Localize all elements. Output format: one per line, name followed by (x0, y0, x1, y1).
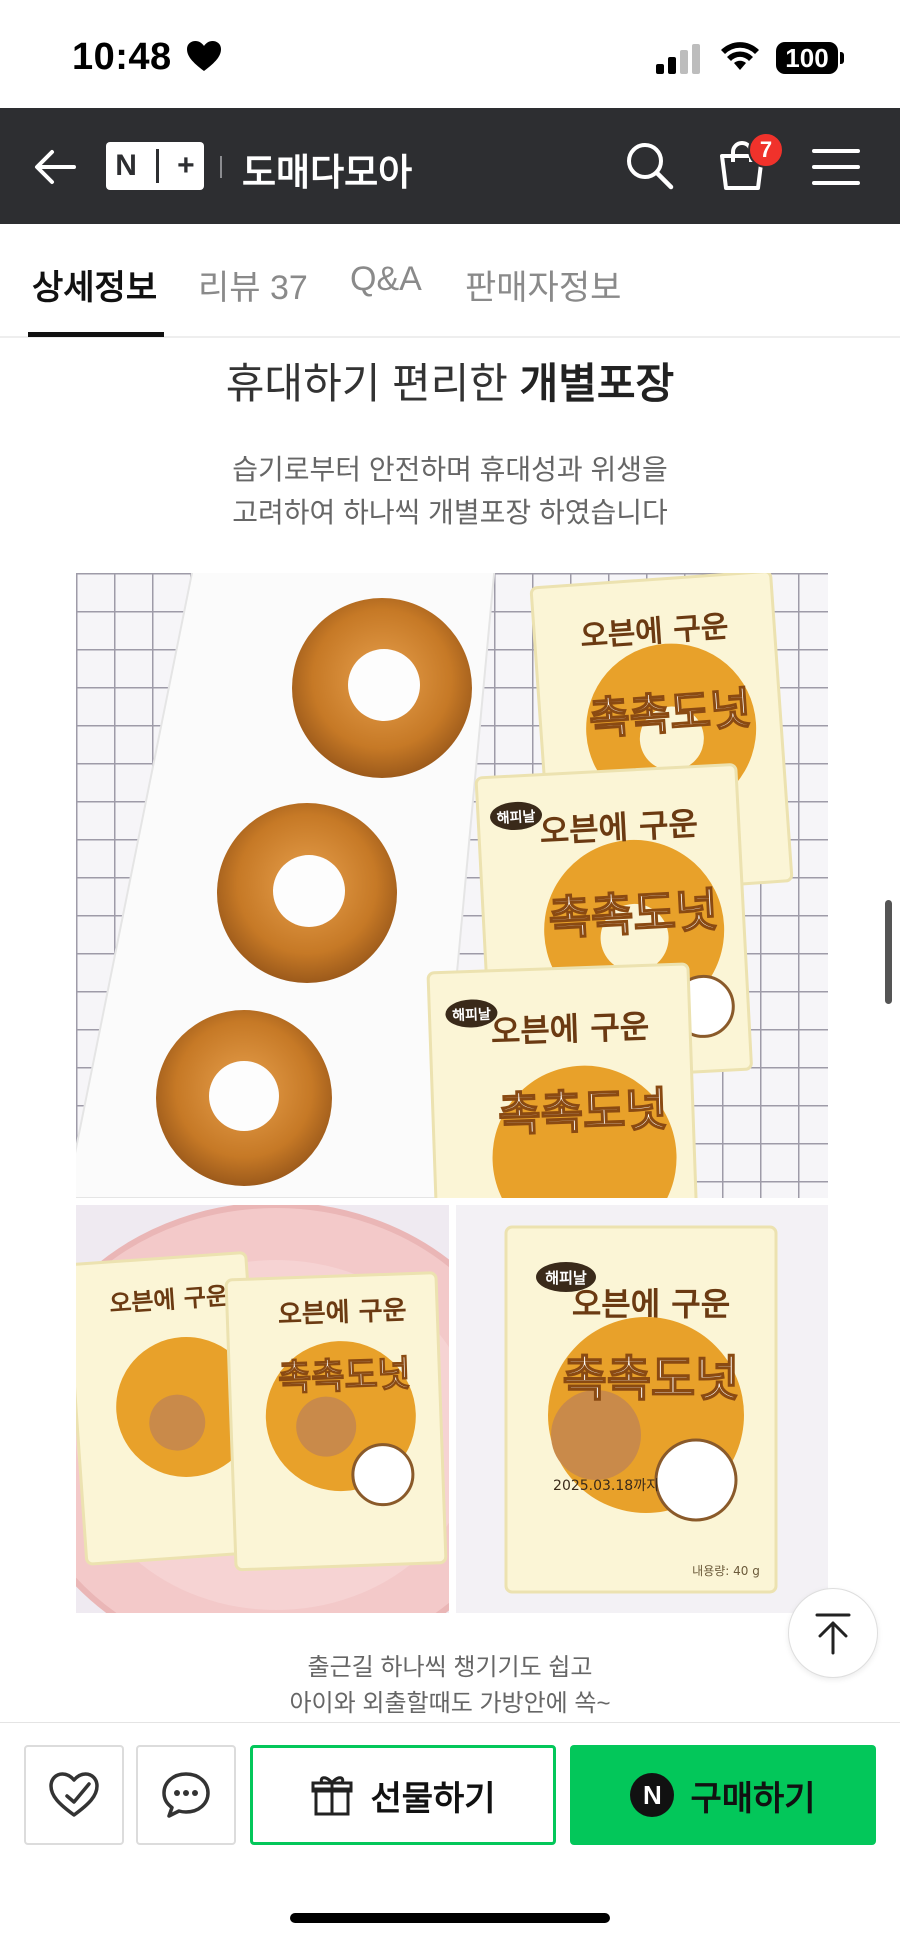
package-brand: 해피날 (452, 1007, 491, 1024)
wishlist-button[interactable] (24, 1745, 124, 1845)
package-name: 촉촉도넛 (278, 1354, 412, 1400)
package-name: 촉촉도넛 (547, 883, 719, 946)
store-name[interactable]: 도매다모아 (242, 142, 412, 196)
battery-tip (840, 52, 844, 64)
donut-1 (292, 598, 472, 778)
tab-details[interactable]: 상세정보 (32, 260, 157, 309)
status-time: 10:48 (72, 36, 172, 78)
section-heading: 휴대하기 편리한 개별포장 (0, 350, 900, 411)
logo-plus: + (177, 149, 195, 182)
heart-icon (187, 41, 221, 71)
caption-line-1: 출근길 하나씩 챙기기도 쉽고 (307, 1654, 593, 1681)
hamburger-menu-icon[interactable] (812, 148, 860, 186)
package-brand: 해피날 (496, 809, 536, 827)
package-date: 2025.03.18까지 (553, 1478, 659, 1494)
home-indicator (290, 1913, 610, 1923)
tab-reviews[interactable]: 리뷰 37 (198, 260, 308, 309)
cellular-signal-icon (656, 44, 700, 74)
product-image-main: 오븐에 구운 촉촉도넛 해피날 오븐에 구운 촉촉도넛 해피날 오븐에 구운 촉… (76, 573, 828, 1198)
gift-button[interactable]: 선물하기 (250, 1745, 556, 1845)
desc-line-1: 습기로부터 안전하며 휴대성과 위생을 (232, 454, 668, 485)
naver-n-icon: N (630, 1773, 675, 1817)
talk-button[interactable] (136, 1745, 236, 1845)
header-separator (220, 156, 222, 178)
scrollbar-thumb[interactable] (885, 900, 892, 1004)
heading-normal: 휴대하기 편리한 (225, 360, 520, 407)
donut-2 (217, 803, 397, 983)
buy-button[interactable]: N 구매하기 (570, 1745, 876, 1845)
logo-divider (155, 149, 159, 183)
heading-bold: 개별포장 (519, 360, 675, 407)
tab-qna[interactable]: Q&A (350, 260, 422, 299)
product-photo-single-pack: 해피날 오븐에 구운 촉촉도넛 2025.03.18까지 내용량: 40 g (456, 1205, 828, 1613)
heart-check-icon (49, 1772, 99, 1817)
section-description: 습기로부터 안전하며 휴대성과 위생을 고려하여 하나씩 개별포장 하였습니다 (0, 448, 900, 534)
package-3: 해피날 오븐에 구운 촉촉도넛 (426, 962, 698, 1198)
product-photo-donuts-and-packs: 오븐에 구운 촉촉도넛 해피날 오븐에 구운 촉촉도넛 해피날 오븐에 구운 촉… (76, 573, 828, 1198)
naver-plus-logo[interactable]: N + (106, 142, 204, 190)
wifi-icon (721, 42, 759, 70)
product-tabs: 상세정보 리뷰 37 Q&A 판매자정보 (0, 224, 900, 338)
package-top-text: 오븐에 구운 (277, 1296, 407, 1330)
arrow-up-icon (815, 1613, 851, 1655)
scroll-to-top-button[interactable] (788, 1588, 878, 1678)
package-top-text: 오븐에 구운 (490, 1007, 650, 1051)
desc-line-2: 고려하여 하나씩 개별포장 하였습니다 (232, 497, 668, 528)
package-name: 촉촉도넛 (497, 1082, 668, 1142)
app-header: N + 도매다모아 7 (0, 108, 900, 224)
status-bar: 10:48 100 (0, 0, 900, 108)
active-tab-indicator (28, 332, 164, 337)
donut-3 (156, 1010, 332, 1186)
product-photo-packs-on-plate: 오븐에 구운 오븐에 구운 촉촉도넛 (76, 1205, 449, 1613)
caption-line-2: 아이와 외출할때도 가방안에 쏙~ (289, 1690, 611, 1717)
cart-count-badge: 7 (748, 132, 784, 168)
gift-icon (311, 1776, 353, 1816)
package-weight: 내용량: 40 g (692, 1564, 760, 1578)
tab-seller-info[interactable]: 판매자정보 (465, 260, 621, 309)
buy-button-label: 구매하기 (690, 1779, 816, 1818)
back-arrow-icon[interactable] (32, 144, 78, 190)
logo-n: N (115, 149, 137, 182)
gift-button-label: 선물하기 (370, 1779, 496, 1818)
product-image-left: 오븐에 구운 오븐에 구운 촉촉도넛 (76, 1205, 449, 1613)
battery-indicator: 100 (776, 42, 838, 74)
product-image-right: 해피날 오븐에 구운 촉촉도넛 2025.03.18까지 내용량: 40 g (456, 1205, 828, 1613)
image-caption: 출근길 하나씩 챙기기도 쉽고 아이와 외출할때도 가방안에 쏙~ (0, 1650, 900, 1722)
search-icon[interactable] (624, 140, 676, 192)
chat-bubble-icon (162, 1772, 210, 1818)
package-name: 촉촉도넛 (563, 1351, 740, 1407)
